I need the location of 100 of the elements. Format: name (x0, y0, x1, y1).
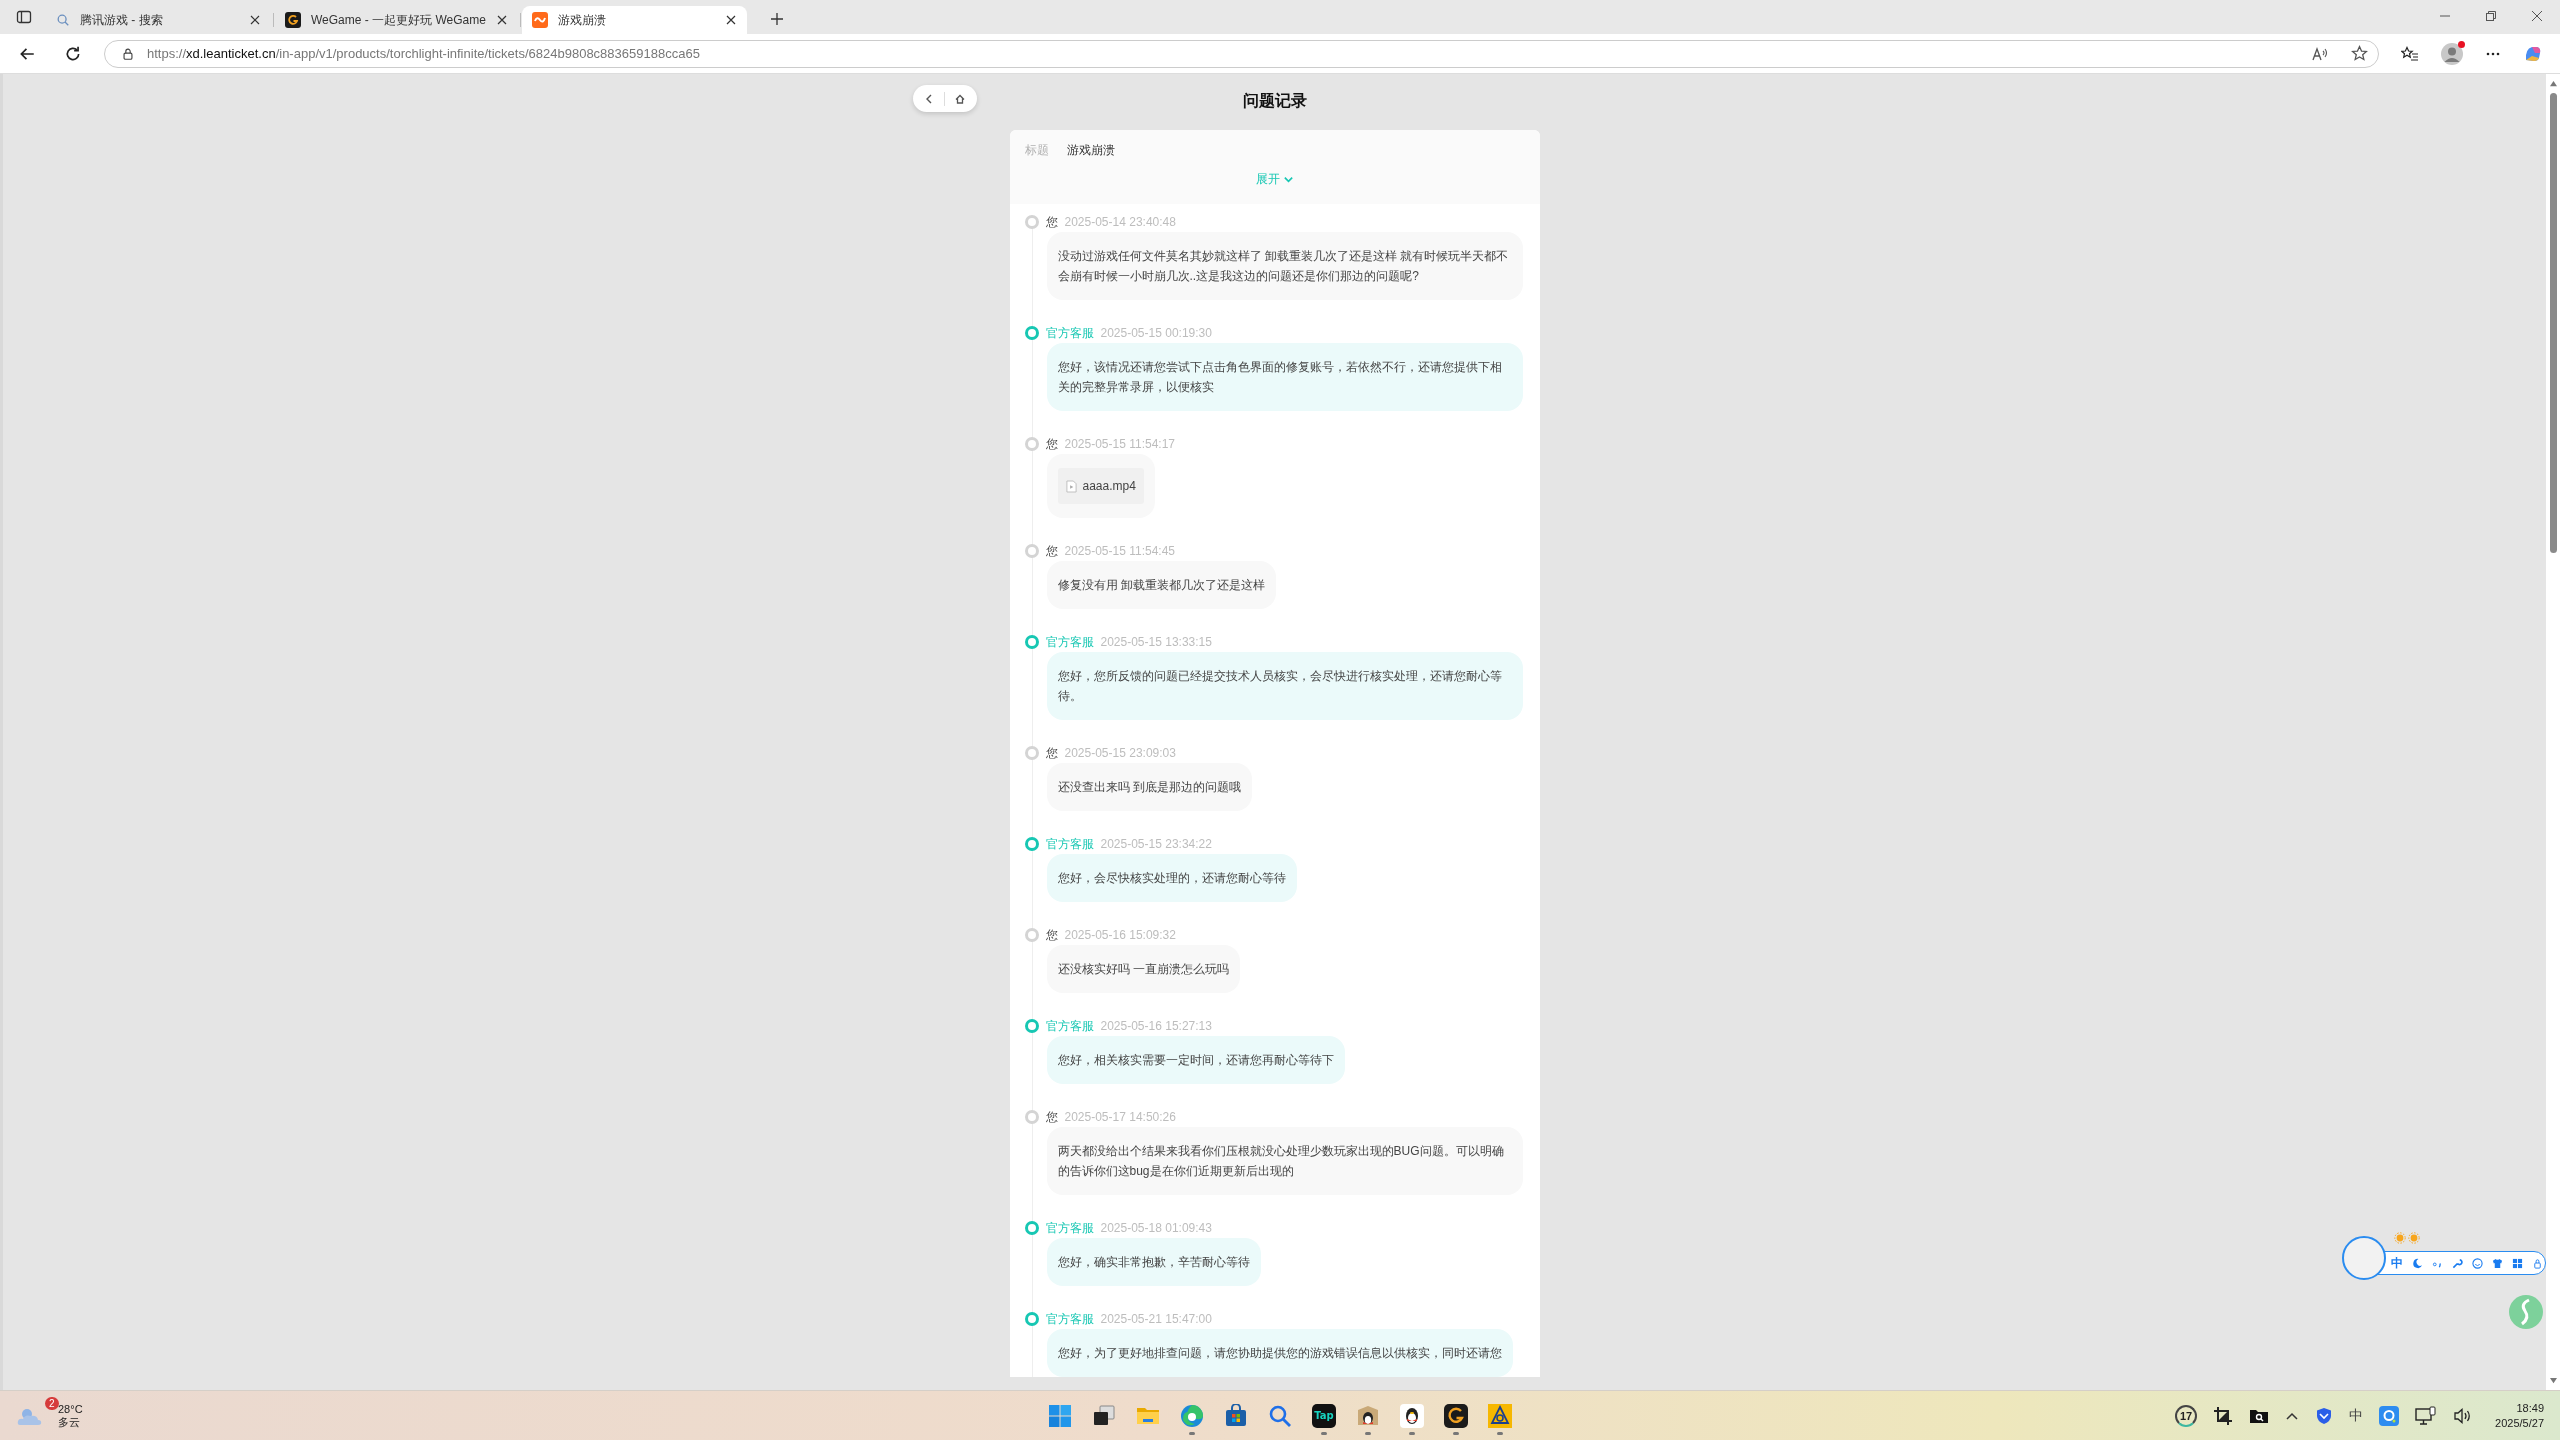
close-icon[interactable] (495, 14, 508, 26)
scrollbar[interactable] (2546, 74, 2560, 1390)
reload-icon[interactable] (64, 44, 82, 63)
sun-icon (2394, 1232, 2406, 1244)
running-indicator (1453, 1431, 1459, 1435)
browser-tab[interactable]: 腾讯游戏 - 搜索 (46, 6, 271, 34)
search-icon (56, 13, 70, 27)
scroll-up-icon[interactable] (2548, 80, 2558, 87)
game-logo-icon (1444, 1403, 1468, 1428)
chevron-icon (1282, 174, 1294, 185)
smiley-icon[interactable] (2472, 1257, 2483, 1269)
close-icon[interactable] (724, 14, 737, 26)
tab-title: 游戏崩溃 (557, 11, 607, 29)
message-bubble: 您好，相关核实需要一定时间，还请您再耐心等待下 (1046, 1036, 1345, 1084)
field-value: 游戏崩溃 (1066, 142, 1115, 159)
profile-button[interactable] (2441, 42, 2463, 65)
message-bubble: 您好，为了更好地排查问题，请您协助提供您的游戏错误信息以供核实，同时还请您 (1046, 1329, 1513, 1377)
author-name: 您 (1045, 926, 1058, 944)
notification-badge: 2 (45, 1396, 59, 1410)
author-name: 官方客服 (1045, 1017, 1094, 1035)
message-time: 2025-05-15 00:19:30 (1100, 326, 1212, 340)
author-name: 您 (1045, 744, 1058, 762)
author-name: 官方客服 (1045, 835, 1094, 853)
running-indicator (1189, 1431, 1195, 1435)
input-mode-indicator[interactable]: 中 (2349, 1406, 2364, 1425)
tab-title: WeGame - 一起更好玩 WeGame (311, 11, 486, 29)
input-mode-toggle[interactable]: 中 (2391, 1254, 2403, 1272)
clock-date: 2025/5/27 (2495, 1415, 2544, 1431)
file-attachment[interactable]: aaaa.mp4 (1057, 468, 1144, 504)
running-indicator (1365, 1431, 1371, 1435)
message-time: 2025-05-15 11:54:45 (1064, 544, 1176, 558)
page-title: 问题记录 (1241, 91, 1308, 111)
clock[interactable]: 18:49 2025/5/27 (2495, 1400, 2544, 1431)
counter-badge[interactable]: 17 (2175, 1404, 2198, 1427)
message-time: 2025-05-16 15:27:13 (1100, 1019, 1212, 1033)
close-icon[interactable] (2531, 10, 2543, 22)
temperature-text: 28°C (58, 1402, 83, 1416)
crop-icon[interactable] (2213, 1405, 2234, 1426)
close-icon[interactable] (249, 14, 261, 26)
avatar[interactable] (2342, 1236, 2386, 1280)
clock-time: 18:49 (2516, 1400, 2544, 1416)
message-time: 2025-05-16 15:09:32 (1064, 928, 1176, 942)
message-bubble: 还没查出来吗 到底是那边的问题哦 (1046, 763, 1252, 811)
author-name: 官方客服 (1045, 324, 1094, 342)
author-name: 官方客服 (1045, 633, 1094, 651)
author-name: 您 (1045, 213, 1058, 231)
sun-icon (2408, 1232, 2420, 1244)
penguin-box-icon (1356, 1403, 1380, 1428)
message-time: 2025-05-15 23:34:22 (1100, 837, 1212, 851)
taskbar-app[interactable]: Tap (1306, 1395, 1342, 1436)
sidebar-icon[interactable] (16, 9, 32, 25)
message-time: 2025-05-21 15:47:00 (1100, 1312, 1212, 1326)
file-name: aaaa.mp4 (1082, 478, 1136, 495)
video-file-icon (1065, 479, 1077, 493)
restore-icon[interactable] (2485, 10, 2497, 22)
network-icon[interactable] (2415, 1405, 2438, 1426)
message-bubble: 修复没有用 卸载重装都几次了还是这样 (1046, 561, 1276, 609)
author-name: 官方客服 (1045, 1310, 1094, 1328)
new-tab-icon[interactable] (768, 11, 785, 27)
running-indicator (1321, 1431, 1327, 1435)
task-view-icon (1092, 1403, 1116, 1428)
game-logo-icon (285, 12, 301, 28)
read-aloud-icon[interactable] (2311, 45, 2329, 62)
message-bubble: 两天都没给出个结果来我看你们压根就没心处理少数玩家出现的BUG问题。可以明确的告诉你们这bug是在你们近期更新后出现的 (1046, 1127, 1523, 1195)
message-time: 2025-05-15 23:09:03 (1064, 746, 1176, 760)
tab-title: 腾讯游戏 - 搜索 (80, 11, 164, 29)
shield-icon[interactable] (2315, 1406, 2334, 1425)
message-bubble: 您好，您所反馈的问题已经提交技术人员核实，会尽快进行核实处理，还请您耐心等待。 (1046, 652, 1523, 720)
windows-icon (1048, 1403, 1072, 1428)
star-icon[interactable] (2351, 45, 2368, 62)
shirt-icon[interactable] (2492, 1257, 2503, 1269)
scroll-thumb[interactable] (2549, 93, 2557, 553)
ticket-logo-icon (531, 12, 548, 28)
author-name: 您 (1045, 435, 1058, 453)
running-indicator (1497, 1431, 1503, 1435)
search-icon (1268, 1403, 1292, 1428)
store-icon (1224, 1403, 1248, 1428)
message-time: 2025-05-14 23:40:48 (1064, 215, 1176, 229)
moon-icon[interactable] (2412, 1257, 2423, 1269)
weather-condition: 多云 (58, 1415, 81, 1429)
browser-tab[interactable]: 游戏崩溃 (521, 6, 747, 34)
grid-icon[interactable] (2512, 1257, 2523, 1269)
message-bubble: 您好，确实非常抱歉，辛苦耐心等待 (1046, 1238, 1261, 1286)
message-bubble: 您好，会尽快核实处理的，还请您耐心等待 (1046, 854, 1297, 902)
message-time: 2025-05-18 01:09:43 (1100, 1221, 1212, 1235)
scroll-down-icon[interactable] (2548, 1377, 2558, 1384)
message-bubble: 还没核实好吗 一直崩溃怎么玩吗 (1046, 945, 1240, 993)
game-emblem-icon (1488, 1403, 1512, 1428)
app-tray-icon[interactable] (2379, 1405, 2400, 1426)
message-bubble: 您好，该情况还请您尝试下点击角色界面的修复账号，若依然不行，还请您提供下相关的完整异常录屏，以便核实 (1046, 343, 1523, 411)
author-name: 您 (1045, 1108, 1058, 1126)
url-text: https://xd.leanticket.cn/in-app/v1/products/torchlight-infinite/tickets/6824b9808c883659188cca65 (147, 46, 700, 61)
running-indicator (1409, 1431, 1415, 1435)
message-time: 2025-05-15 13:33:15 (1100, 635, 1212, 649)
browser-icon (1180, 1403, 1204, 1428)
browser-tab[interactable]: WeGame - 一起更好玩 WeGame (275, 6, 518, 34)
home-icon[interactable] (954, 92, 966, 105)
favorites-icon[interactable] (2401, 45, 2419, 62)
lock-icon[interactable] (121, 46, 135, 61)
author-name: 官方客服 (1045, 1219, 1094, 1237)
